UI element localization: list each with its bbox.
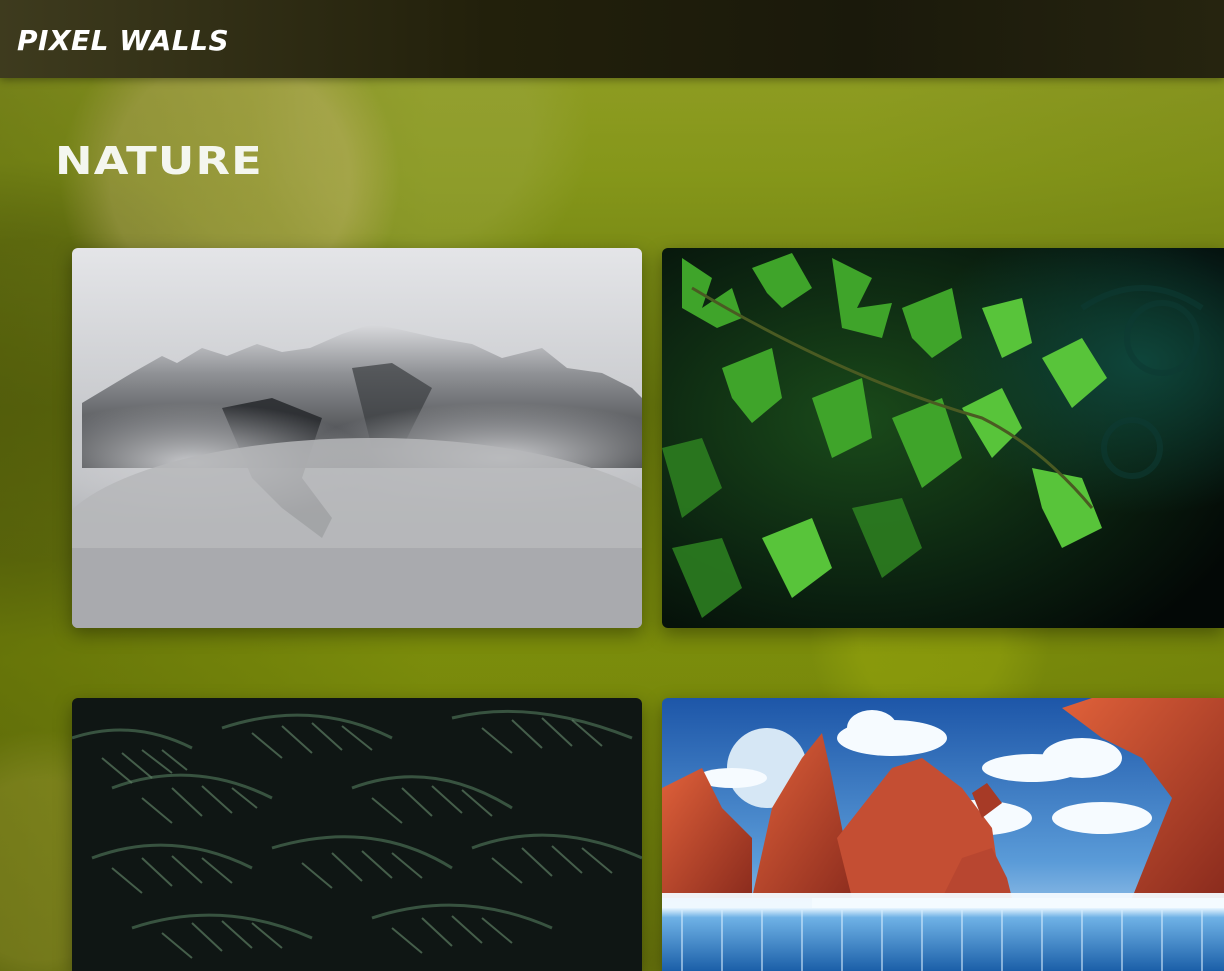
- misty-mountain-image: [72, 248, 642, 628]
- wallpaper-card-ferns[interactable]: [72, 698, 642, 971]
- wallpaper-card-mountain[interactable]: [72, 248, 642, 628]
- wallpaper-card-leaves[interactable]: [662, 248, 1224, 628]
- brand-logo[interactable]: PIXEL WALLS: [17, 24, 229, 58]
- fantasy-waterfall-image: [662, 698, 1224, 971]
- section-title: NATURE: [55, 139, 263, 183]
- green-leaves-image: [662, 248, 1224, 628]
- fern-foliage-image: [72, 698, 642, 971]
- top-bar: PIXEL WALLS: [0, 0, 1224, 78]
- wallpaper-card-waterfall[interactable]: [662, 698, 1224, 971]
